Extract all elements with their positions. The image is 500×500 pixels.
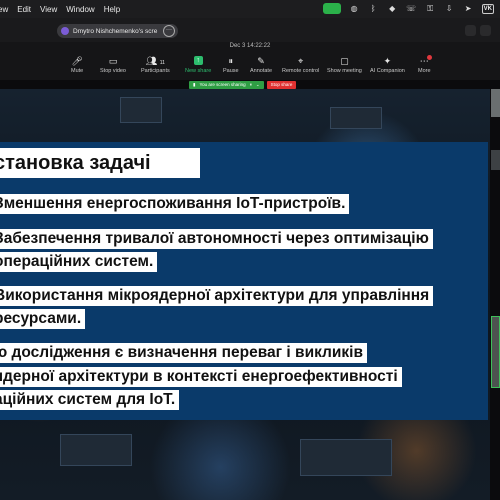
microphone-icon: 🎤︎ (71, 56, 83, 66)
menu-help[interactable]: Help (104, 5, 120, 14)
messenger-icon[interactable]: ◍ (349, 3, 360, 14)
slide-line-1: Зменшення енергоспоживання IoT-пристроїв… (0, 194, 350, 214)
remote-control-button[interactable]: ⌖ Remote control (282, 56, 319, 74)
sharing-icon: ▮ (193, 81, 196, 87)
menu-view[interactable]: ew (0, 5, 8, 14)
video-camera-icon: ▭ (108, 56, 118, 66)
annotate-label: Annotate (250, 68, 273, 74)
stop-share-button[interactable]: Stop share (266, 80, 297, 89)
grid-view-icon[interactable] (465, 25, 476, 36)
slide-line-6: ю дослідження є визначення переваг і вик… (0, 343, 368, 363)
new-share-button[interactable]: ↑ New share (185, 56, 211, 74)
participants-icon: 👥︎ 11 (145, 56, 165, 66)
show-meeting-label: Show meeting (327, 68, 362, 74)
menu-window[interactable]: Window (66, 5, 94, 14)
remote-control-label: Remote control (282, 68, 320, 74)
mute-label: Mute (71, 68, 84, 74)
user-avatar-dot (61, 27, 69, 35)
meeting-clock: Dec 3 14:22:22 (229, 43, 271, 49)
vk-icon[interactable]: VK (481, 3, 494, 14)
show-meeting-icon: ▢ (340, 56, 349, 66)
mute-button[interactable]: 🎤︎ Mute (71, 56, 83, 74)
sharing-indicator[interactable]: ▮ You are screen sharing ⏸︎ ⌄ (189, 80, 264, 89)
slide-line-3: операційних систем. (0, 252, 158, 272)
sharing-status-text: You are screen sharing (199, 81, 246, 87)
ai-companion-label: AI Companion (370, 68, 405, 74)
pause-icon: ⏸︎ (228, 56, 234, 66)
more-button[interactable]: ⋯ More (418, 55, 432, 74)
circuit-chip-decoration (330, 107, 382, 129)
shared-screen: становка задачі Зменшення енергоспоживан… (0, 89, 490, 500)
circuit-chip-decoration (60, 434, 132, 466)
pause-share-icon[interactable]: ⏸︎ (250, 81, 252, 89)
share-screen-icon: ↑ (193, 56, 203, 65)
circuit-chip-decoration (300, 439, 392, 476)
ai-companion-icon: ✦ (383, 56, 392, 66)
viber-icon[interactable]: ☏ (406, 3, 417, 14)
pause-button[interactable]: ⏸︎ Pause (223, 56, 239, 74)
more-icon: ⋯ (420, 55, 432, 68)
slide-line-8: аційних систем для IoT. (0, 390, 180, 410)
participant-thumbnail[interactable] (491, 150, 500, 170)
menu-view-2[interactable]: View (40, 5, 57, 14)
slide-line-7: ядерної архітектури в контексті енергоеф… (0, 367, 402, 387)
screen-share-status-bar: ▮ You are screen sharing ⏸︎ ⌄ Stop share (189, 80, 297, 89)
zoom-title-strip: Dmytro Nishchemenko's scre ··· (0, 18, 500, 42)
download-icon[interactable]: ⇩ (444, 3, 455, 14)
camera-icon[interactable] (322, 3, 341, 14)
active-speaker-thumbnail[interactable] (491, 316, 500, 388)
slide-title: становка задачі (0, 148, 200, 178)
slide-line-5: ресурсами. (0, 309, 86, 329)
more-label: More (418, 68, 431, 74)
diamond-icon[interactable]: ◆ (387, 3, 398, 14)
remote-control-icon: ⌖ (298, 56, 304, 66)
bluetooth-icon[interactable]: ᛒ (368, 3, 379, 14)
slide-line-4: Використання мікроядерної архітектури дл… (0, 286, 434, 306)
pause-label: Pause (223, 68, 239, 74)
menu-bar: ew Edit View Window Help ◍ ᛒ ◆ ☏ ⚿ ⇩ ➤ V… (0, 0, 500, 18)
annotate-icon: ✎ (257, 56, 265, 66)
show-meeting-button[interactable]: ▢ Show meeting (327, 56, 362, 74)
fullscreen-icon[interactable] (480, 25, 491, 36)
status-area: ◍ ᛒ ◆ ☏ ⚿ ⇩ ➤ VK (322, 3, 494, 14)
meeting-toolbar: Dec 3 14:22:22 🎤︎ Mute ▭ Stop video 👥︎ 1… (0, 42, 500, 80)
chevron-icon[interactable]: ⌄ (256, 81, 260, 89)
menu-edit[interactable]: Edit (17, 5, 31, 14)
participants-label: Participants (141, 68, 170, 74)
circuit-chip-decoration (120, 97, 162, 123)
slide-line-2: Забезпечення тривалої автономності через… (0, 229, 433, 249)
notification-badge (426, 55, 432, 60)
annotate-button[interactable]: ✎ Annotate (250, 56, 272, 74)
participant-thumbnail[interactable] (491, 89, 500, 117)
participants-button[interactable]: 👥︎ 11 Participants (141, 56, 170, 74)
key-icon[interactable]: ⚿ (425, 3, 436, 14)
more-options-icon[interactable]: ··· (163, 25, 175, 37)
participants-count: 11 (159, 60, 165, 66)
new-share-label: New share (185, 68, 212, 74)
telegram-icon[interactable]: ➤ (463, 3, 474, 14)
stop-video-button[interactable]: ▭ Stop video (100, 56, 126, 74)
screen-share-tab[interactable]: Dmytro Nishchemenko's scre ··· (57, 24, 178, 38)
stop-video-label: Stop video (100, 68, 126, 74)
screen-share-tab-title: Dmytro Nishchemenko's scre (73, 27, 158, 35)
ai-companion-button[interactable]: ✦ AI Companion (370, 56, 405, 74)
